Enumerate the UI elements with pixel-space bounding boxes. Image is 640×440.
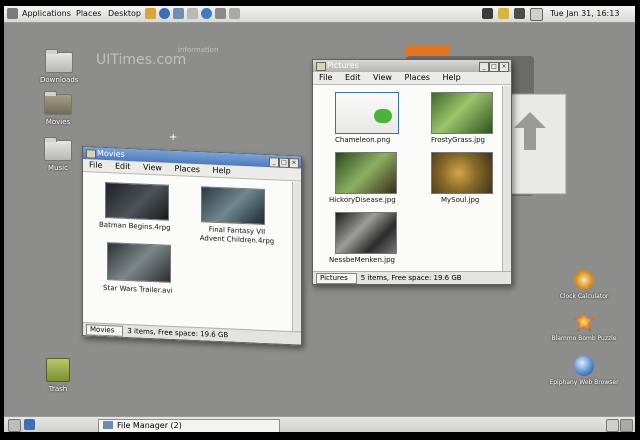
browser-launcher-icon[interactable] — [159, 8, 170, 19]
window-title: Pictures — [327, 61, 359, 70]
maximize-button[interactable]: □ — [279, 157, 289, 169]
file-manager-icon — [103, 421, 113, 429]
applications-menu[interactable]: Applications — [22, 9, 71, 18]
menu-edit[interactable]: Edit — [345, 73, 361, 82]
status-text: 3 items, Free space: 19.6 GB — [127, 326, 229, 340]
minimize-button[interactable]: _ — [479, 62, 489, 72]
image-thumbnail[interactable] — [431, 152, 493, 194]
help-launcher-icon[interactable] — [187, 8, 198, 19]
statusbar: Pictures 5 items, Free space: 19.6 GB — [313, 271, 511, 284]
places-menu[interactable]: Places — [76, 9, 101, 18]
file-label[interactable]: Final Fantasy VII Advent Children.4rpg — [197, 225, 277, 246]
desktop-menu[interactable]: Desktop — [108, 9, 141, 18]
show-desktop-icon[interactable] — [8, 419, 21, 432]
puzzle-app-icon[interactable]: Blammo Bomb Puzzle — [549, 312, 619, 342]
movies-window[interactable]: Movies _ □ × File Edit View Places Help … — [82, 146, 302, 346]
desktop-icon-label: Downloads — [40, 76, 79, 84]
bottom-panel: File Manager (2) — [4, 416, 635, 432]
folder-icon — [316, 62, 326, 71]
menu-help[interactable]: Help — [443, 73, 461, 82]
file-label[interactable]: FrostyGrass.jpg — [431, 136, 485, 144]
clock[interactable]: Tue Jan 31, 16:13 — [550, 9, 619, 18]
workspace-icon[interactable] — [24, 419, 35, 430]
file-label[interactable]: Star Wars Trailer.avi — [103, 284, 173, 295]
desktop-icon-label: Movies — [45, 118, 71, 126]
notification-icon[interactable] — [482, 8, 493, 19]
gnome-foot-icon[interactable] — [7, 8, 18, 19]
location-combo[interactable]: Movies — [86, 324, 124, 337]
taskbar-label: File Manager (2) — [117, 421, 182, 430]
app-label: Blammo Bomb Puzzle — [551, 335, 617, 342]
app-label: Clock Calculator — [559, 293, 609, 300]
desktop-icon-label: Trash — [48, 385, 68, 393]
menu-file[interactable]: File — [319, 73, 332, 82]
image-thumbnail[interactable] — [335, 92, 399, 134]
image-thumbnail[interactable] — [431, 92, 493, 134]
watermark: UITimes.com information — [96, 46, 219, 68]
video-thumbnail[interactable] — [201, 186, 265, 225]
scrollbar[interactable] — [292, 182, 301, 333]
close-button[interactable]: × — [289, 158, 299, 169]
mail-launcher-icon[interactable] — [173, 8, 184, 19]
desktop-icon-label: Music — [48, 164, 68, 172]
top-panel: Applications Places Desktop Tue Jan 31, … — [4, 6, 635, 23]
web-browser-icon[interactable]: Epiphany Web Browser — [549, 356, 619, 386]
launcher-1-icon[interactable] — [145, 8, 156, 19]
file-label[interactable]: Batman Begins.4rpg — [99, 221, 171, 232]
close-button[interactable]: × — [499, 62, 509, 72]
window-title: Movies — [97, 148, 125, 159]
desktop-screen: Applications Places Desktop Tue Jan 31, … — [4, 6, 635, 432]
video-thumbnail[interactable] — [107, 242, 171, 283]
video-thumbnail[interactable] — [105, 182, 169, 221]
app-label: Epiphany Web Browser — [549, 379, 619, 386]
pictures-menubar: File Edit View Places Help — [313, 72, 511, 85]
launcher-6-icon[interactable] — [215, 8, 226, 19]
volume-icon[interactable] — [530, 8, 543, 21]
statusbar: Movies 3 items, Free space: 19.6 GB — [83, 322, 301, 345]
pictures-titlebar[interactable]: Pictures _ □ × — [313, 60, 511, 72]
pictures-window[interactable]: Pictures _ □ × File Edit View Places Hel… — [312, 59, 512, 285]
menu-view[interactable]: View — [373, 73, 392, 82]
clock-app-icon[interactable]: Clock Calculator — [549, 270, 619, 300]
location-combo[interactable]: Pictures — [316, 273, 357, 284]
workspace-switcher-2[interactable] — [620, 419, 633, 432]
image-thumbnail[interactable] — [335, 152, 397, 194]
status-text: 5 items, Free space: 19.6 GB — [360, 274, 462, 282]
file-label[interactable]: HickoryDisease.jpg — [329, 196, 396, 204]
downloads-folder-icon[interactable]: Downloads — [40, 49, 79, 84]
taskbar-button-file-manager[interactable]: File Manager (2) — [98, 419, 280, 432]
file-label[interactable]: MySoul.jpg — [441, 196, 479, 204]
menu-file[interactable]: File — [89, 160, 102, 170]
menu-places[interactable]: Places — [405, 73, 430, 82]
settings-launcher-icon[interactable] — [201, 8, 212, 19]
network-icon[interactable] — [514, 8, 525, 19]
workspace-switcher-1[interactable] — [606, 419, 619, 432]
file-label[interactable]: NessbeMenken.jpg — [329, 256, 395, 264]
menu-places[interactable]: Places — [175, 164, 200, 174]
menu-edit[interactable]: Edit — [115, 161, 131, 171]
launcher-7-icon[interactable] — [229, 8, 240, 19]
maximize-button[interactable]: □ — [489, 62, 499, 72]
folder-icon — [86, 149, 96, 159]
minimize-button[interactable]: _ — [269, 157, 279, 168]
battery-icon[interactable] — [498, 8, 509, 19]
music-folder-icon[interactable]: Music — [44, 137, 72, 172]
trash-icon[interactable]: Trash — [46, 358, 70, 393]
movies-folder-icon[interactable]: Movies — [44, 91, 72, 126]
menu-help[interactable]: Help — [213, 166, 231, 176]
menu-view[interactable]: View — [143, 163, 162, 173]
file-label[interactable]: Chameleon.png — [335, 136, 390, 144]
image-thumbnail[interactable] — [335, 212, 397, 254]
mouse-cursor-icon: + — [169, 132, 178, 143]
scrollbar[interactable] — [502, 86, 511, 272]
